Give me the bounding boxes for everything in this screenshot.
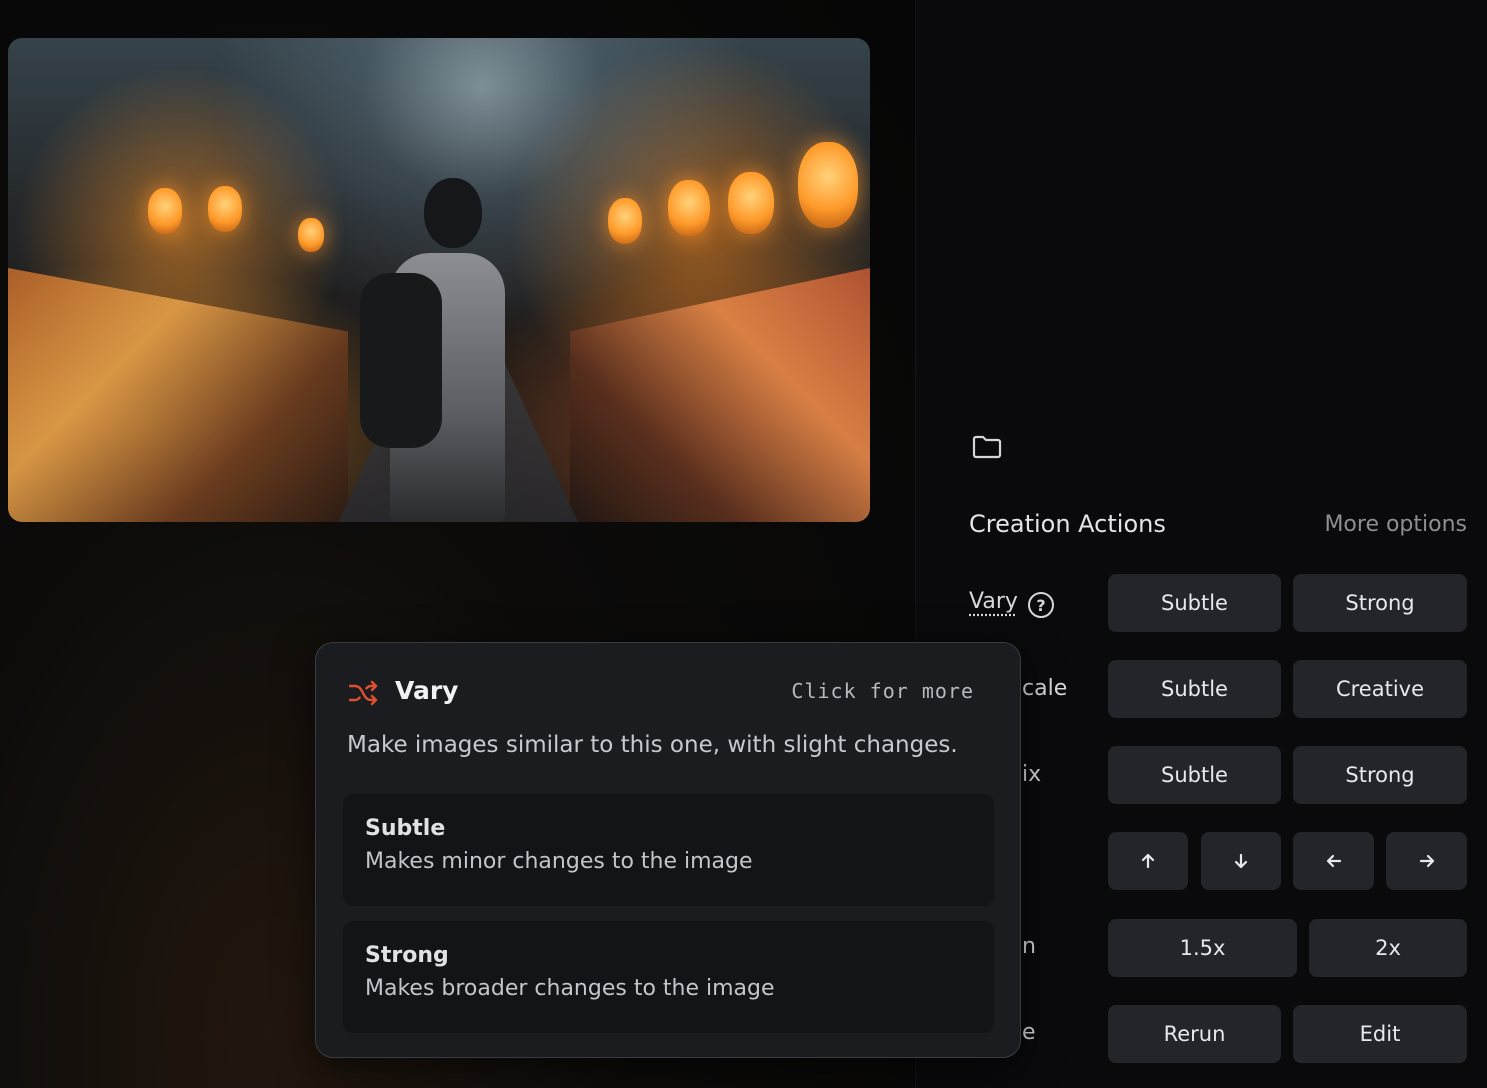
section-title: Creation Actions — [969, 510, 1166, 538]
market-stall-right — [570, 268, 870, 522]
rerun-button[interactable]: Rerun — [1108, 1005, 1281, 1063]
edit-button[interactable]: Edit — [1293, 1005, 1467, 1063]
tooltip-hint: Click for more — [791, 679, 974, 703]
option-description: Makes broader changes to the image — [365, 976, 775, 1001]
pan-down-button[interactable] — [1201, 832, 1281, 890]
tooltip-description: Make images similar to this one, with sl… — [347, 732, 958, 758]
arrow-up-icon — [1141, 853, 1155, 869]
row-label-upscale: cale — [1022, 676, 1068, 701]
vary-strong-button[interactable]: Strong — [1293, 574, 1467, 632]
row-label-more: e — [1022, 1020, 1036, 1045]
lantern — [798, 142, 858, 228]
zoom-2x-button[interactable]: 2x — [1309, 919, 1467, 977]
pan-right-button[interactable] — [1386, 832, 1467, 890]
generated-image[interactable] — [8, 38, 870, 522]
lantern — [668, 180, 710, 236]
row-label-remix: ix — [1022, 762, 1042, 787]
option-description: Makes minor changes to the image — [365, 849, 753, 874]
market-stall-left — [8, 268, 348, 522]
folder-icon[interactable] — [970, 430, 1004, 464]
help-icon[interactable]: ? — [1027, 591, 1055, 619]
lantern — [728, 172, 774, 234]
svg-text:?: ? — [1036, 596, 1045, 615]
lantern — [608, 198, 642, 244]
lantern — [208, 186, 242, 232]
arrow-down-icon — [1234, 853, 1248, 869]
arrow-right-icon — [1419, 854, 1434, 868]
more-options-link[interactable]: More options — [1324, 512, 1467, 537]
lantern — [298, 218, 324, 252]
row-label-vary[interactable]: Vary — [969, 589, 1018, 614]
vary-subtle-button[interactable]: Subtle — [1108, 574, 1281, 632]
option-title: Subtle — [365, 816, 446, 841]
tooltip-option-subtle[interactable]: Subtle Makes minor changes to the image — [343, 794, 994, 906]
tooltip-title: Vary — [395, 676, 459, 705]
pan-left-button[interactable] — [1293, 832, 1374, 890]
upscale-creative-button[interactable]: Creative — [1293, 660, 1467, 718]
shuffle-icon — [348, 680, 378, 706]
zoom-1-5x-button[interactable]: 1.5x — [1108, 919, 1297, 977]
upscale-subtle-button[interactable]: Subtle — [1108, 660, 1281, 718]
remix-subtle-button[interactable]: Subtle — [1108, 746, 1281, 804]
vary-tooltip[interactable]: Vary Click for more Make images similar … — [315, 642, 1021, 1058]
arrow-left-icon — [1326, 854, 1341, 868]
pan-up-button[interactable] — [1108, 832, 1188, 890]
tooltip-option-strong[interactable]: Strong Makes broader changes to the imag… — [343, 921, 994, 1033]
option-title: Strong — [365, 943, 449, 968]
row-label-zoom: n — [1022, 934, 1036, 959]
lantern — [148, 188, 182, 234]
remix-strong-button[interactable]: Strong — [1293, 746, 1467, 804]
person-with-backpack — [360, 178, 510, 522]
